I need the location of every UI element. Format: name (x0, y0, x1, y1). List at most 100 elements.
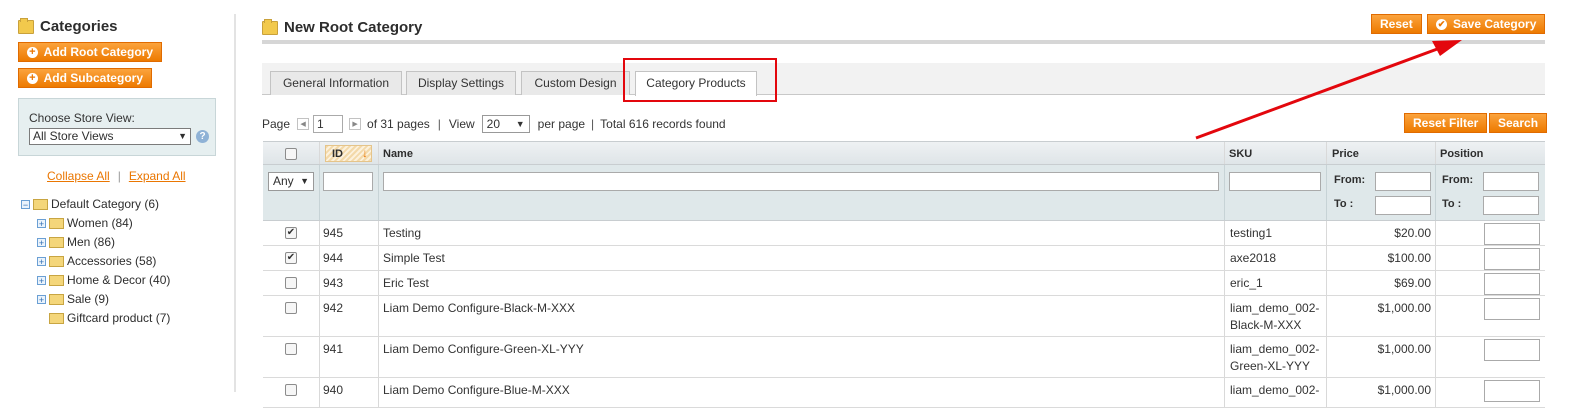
help-icon[interactable]: ? (196, 130, 209, 143)
tree-node-label: Giftcard product (7) (67, 311, 171, 325)
page-input[interactable]: 1 (313, 115, 344, 133)
chevron-down-icon: ▼ (515, 119, 525, 129)
row-position-input[interactable] (1484, 248, 1540, 270)
row-id: 941 (323, 342, 344, 356)
row-position-input[interactable] (1484, 273, 1540, 295)
table-row[interactable]: ✔ 945 Testing testing1 $20.00 (263, 221, 1545, 246)
per-page-select[interactable]: 20 ▼ (481, 115, 530, 133)
id-filter-input[interactable] (323, 172, 373, 191)
table-row[interactable]: 942 Liam Demo Configure-Black-M-XXX liam… (263, 296, 1545, 337)
expand-all-link[interactable]: Expand All (129, 169, 186, 183)
position-from-input[interactable] (1483, 172, 1539, 191)
row-position-input[interactable] (1484, 380, 1540, 402)
tab-display-settings[interactable]: Display Settings (406, 71, 516, 95)
row-sku-line1: liam_demo_002- (1230, 383, 1320, 397)
tab-label: General Information (282, 76, 390, 90)
view-label: View (448, 117, 475, 131)
filter-row: Any ▼ From: To : From: To : (263, 165, 1545, 221)
row-sku-line2: Green-XL-YYY (1230, 359, 1311, 373)
position-to-input[interactable] (1483, 196, 1539, 215)
add-root-category-button[interactable]: + Add Root Category (18, 42, 162, 62)
tree-node-sale[interactable]: + Sale (9) (37, 292, 109, 306)
store-view-select[interactable]: All Store Views ▼ (29, 128, 191, 145)
row-checkbox[interactable] (285, 277, 297, 289)
categories-folder-icon (18, 17, 34, 34)
save-category-label: Save Category (1453, 17, 1537, 31)
collapse-all-link[interactable]: Collapse All (47, 169, 110, 183)
name-column-header[interactable]: Name (383, 148, 413, 160)
row-checkbox[interactable] (285, 384, 297, 396)
row-name: Liam Demo Configure-Blue-M-XXX (383, 383, 570, 397)
tree-node-men[interactable]: + Men (86) (37, 235, 115, 249)
name-filter-input[interactable] (383, 172, 1219, 191)
total-records: Total 616 records found (600, 117, 726, 131)
position-column-header[interactable]: Position (1440, 148, 1483, 160)
folder-icon (49, 274, 64, 286)
tab-label: Display Settings (417, 76, 505, 90)
expand-toggle-icon[interactable]: + (37, 237, 46, 247)
price-from-label: From: (1334, 174, 1366, 186)
tree-node-label: Sale (9) (67, 292, 110, 306)
table-row[interactable]: ✔ 944 Simple Test axe2018 $100.00 (263, 246, 1545, 271)
expand-toggle-icon[interactable]: + (37, 294, 46, 304)
plus-icon: + (27, 72, 38, 84)
store-view-label: Choose Store View: (29, 111, 135, 125)
store-view-value: All Store Views (33, 129, 114, 143)
pager: Page ◀ 1 ▶ of 31 pages | View 20 ▼ per p… (262, 115, 726, 133)
row-position-input[interactable] (1484, 223, 1540, 245)
tree-node-default-category[interactable]: − Default Category (6) (21, 197, 159, 211)
row-position-input[interactable] (1484, 339, 1540, 361)
table-row[interactable]: 941 Liam Demo Configure-Green-XL-YYY lia… (263, 337, 1545, 378)
tree-node-label: Accessories (58) (67, 254, 157, 268)
row-name: Liam Demo Configure-Black-M-XXX (383, 301, 576, 315)
page-title-text: New Root Category (284, 19, 423, 36)
tree-node-giftcard[interactable]: Giftcard product (7) (49, 311, 170, 325)
add-subcategory-button[interactable]: + Add Subcategory (18, 68, 152, 88)
row-name: Testing (383, 226, 422, 240)
id-column-header[interactable]: ID ↓ (325, 145, 372, 162)
select-all-checkbox[interactable] (285, 148, 297, 160)
tree-node-women[interactable]: + Women (84) (37, 216, 133, 230)
tree-node-home-decor[interactable]: + Home & Decor (40) (37, 273, 170, 287)
prev-page-icon[interactable]: ◀ (297, 118, 310, 130)
folder-icon (33, 198, 48, 210)
in-category-filter-select[interactable]: Any ▼ (268, 172, 314, 191)
tree-node-label: Default Category (6) (51, 197, 160, 211)
sort-arrow-icon: ↓ (362, 146, 368, 160)
tab-label: Custom Design (534, 76, 617, 90)
reset-filter-button[interactable]: Reset Filter (1404, 113, 1488, 133)
reset-button[interactable]: Reset (1371, 14, 1422, 34)
expand-toggle-icon[interactable]: + (37, 218, 46, 228)
tab-custom-design[interactable]: Custom Design (521, 71, 630, 95)
price-column-header[interactable]: Price (1332, 148, 1359, 160)
row-checkbox[interactable]: ✔ (285, 227, 297, 239)
tree-node-accessories[interactable]: + Accessories (58) (37, 254, 156, 268)
table-row[interactable]: 943 Eric Test eric_1 $69.00 (263, 271, 1545, 296)
row-checkbox[interactable]: ✔ (285, 252, 297, 264)
row-position-input[interactable] (1484, 298, 1540, 320)
per-page-value: 20 (486, 117, 501, 131)
sku-filter-input[interactable] (1229, 172, 1321, 191)
table-row[interactable]: 940 Liam Demo Configure-Blue-M-XXX liam_… (263, 378, 1545, 408)
row-price: $100.00 (1387, 251, 1431, 265)
row-sku: eric_1 (1230, 276, 1263, 290)
position-from-label: From: (1442, 174, 1474, 186)
row-checkbox[interactable] (285, 343, 297, 355)
links-separator: | (117, 169, 121, 183)
row-sku-line1: liam_demo_002- (1230, 301, 1320, 315)
next-page-icon[interactable]: ▶ (349, 118, 362, 130)
highlight-box (623, 58, 777, 102)
expand-toggle-icon[interactable]: + (37, 275, 46, 285)
search-button[interactable]: Search (1489, 113, 1548, 133)
sku-column-header[interactable]: SKU (1229, 148, 1252, 160)
save-category-button[interactable]: ✔ Save Category (1427, 14, 1546, 34)
price-from-input[interactable] (1375, 172, 1431, 191)
filter-any-value: Any (273, 174, 294, 188)
category-folder-icon (262, 18, 278, 35)
tree-node-label: Men (86) (67, 235, 116, 249)
expand-toggle-icon[interactable]: + (37, 256, 46, 266)
price-to-input[interactable] (1375, 196, 1431, 215)
tab-general-information[interactable]: General Information (270, 71, 402, 95)
row-checkbox[interactable] (285, 302, 297, 314)
collapse-toggle-icon[interactable]: − (21, 199, 30, 209)
